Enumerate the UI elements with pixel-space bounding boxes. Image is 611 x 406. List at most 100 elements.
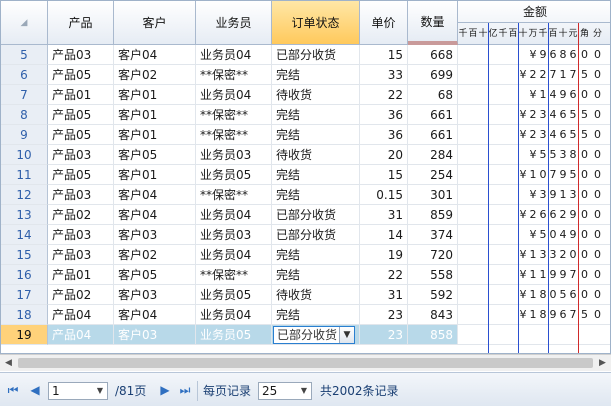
cell-salesperson[interactable]: 业务员04 [196, 85, 272, 105]
cell-quantity[interactable]: 720 [408, 245, 458, 265]
cell-amount[interactable]: ¥2 3 4 6 5 5 0 [458, 105, 610, 125]
cell-amount[interactable]: ¥2 3 4 6 5 5 0 [458, 125, 610, 145]
cell-order-status[interactable]: 待收货 [272, 85, 360, 105]
cell-amount[interactable]: ¥9 6 8 6 0 0 [458, 45, 610, 65]
cell-product[interactable]: 产品05 [48, 65, 114, 85]
cell-amount[interactable]: ¥1 8 0 5 6 0 0 [458, 285, 610, 305]
cell-quantity[interactable]: 668 [408, 45, 458, 65]
row-number[interactable]: 8 [1, 105, 48, 125]
cell-product[interactable]: 产品04 [48, 325, 114, 345]
cell-quantity[interactable]: 859 [408, 205, 458, 225]
cell-amount[interactable]: ¥1 8 9 6 7 5 0 [458, 305, 610, 325]
chevron-down-icon[interactable]: ▼ [298, 383, 310, 399]
row-number[interactable]: 15 [1, 245, 48, 265]
row-number[interactable]: 18 [1, 305, 48, 325]
cell-unit-price[interactable]: 33 [360, 65, 408, 85]
data-grid[interactable]: ◢ 产品 客户 业务员 订单状态 单价 数量 金额 千百十亿千百十万千百十元角分… [0, 0, 611, 354]
cell-product[interactable]: 产品01 [48, 85, 114, 105]
chevron-down-icon[interactable]: ▼ [94, 383, 106, 399]
cell-customer[interactable]: 客户03 [114, 285, 196, 305]
cell-amount[interactable]: ¥1 9 3 0 5 0 0 [458, 325, 610, 345]
cell-unit-price[interactable]: 22 [360, 265, 408, 285]
cell-product[interactable]: 产品03 [48, 145, 114, 165]
page-size-input[interactable]: 25 ▼ [258, 382, 312, 400]
cell-customer[interactable]: 客户01 [114, 105, 196, 125]
scroll-right-icon[interactable]: ▶ [594, 355, 611, 371]
table-row[interactable]: 8 产品05 客户01 **保密** 完结 36 661 ¥2 3 4 6 5 5 0 [1, 105, 610, 125]
cell-customer[interactable]: 客户01 [114, 85, 196, 105]
column-header-customer[interactable]: 客户 [114, 1, 196, 45]
cell-unit-price[interactable]: 20 [360, 145, 408, 165]
cell-amount[interactable]: ¥1 3 3 2 0 0 0 [458, 245, 610, 265]
cell-unit-price[interactable]: 15 [360, 165, 408, 185]
cell-salesperson[interactable]: **保密** [196, 65, 272, 85]
prev-page-icon[interactable]: ◀ [28, 383, 42, 397]
cell-order-status[interactable]: 完结 [272, 105, 360, 125]
row-number[interactable]: 9 [1, 125, 48, 145]
cell-quantity[interactable]: 661 [408, 125, 458, 145]
cell-customer[interactable]: 客户03 [114, 325, 196, 345]
cell-amount[interactable]: ¥2 6 6 2 9 0 0 [458, 205, 610, 225]
cell-salesperson[interactable]: **保密** [196, 125, 272, 145]
cell-unit-price[interactable]: 31 [360, 285, 408, 305]
cell-salesperson[interactable]: 业务员05 [196, 325, 272, 345]
cell-product[interactable]: 产品05 [48, 105, 114, 125]
first-page-icon[interactable]: ⏮ [6, 383, 20, 397]
table-row[interactable]: 16 产品01 客户05 **保密** 完结 22 558 ¥1 1 9 9 7 0 0 [1, 265, 610, 285]
cell-order-status[interactable]: 完结 [272, 65, 360, 85]
cell-quantity[interactable]: 254 [408, 165, 458, 185]
column-header-quantity[interactable]: 数量 [408, 1, 458, 45]
cell-quantity[interactable]: 661 [408, 105, 458, 125]
cell-customer[interactable]: 客户04 [114, 305, 196, 325]
cell-product[interactable]: 产品02 [48, 285, 114, 305]
select-all-corner[interactable]: ◢ [1, 1, 48, 45]
cell-salesperson[interactable]: 业务员04 [196, 305, 272, 325]
cell-order-status[interactable]: 完结 [272, 245, 360, 265]
cell-salesperson[interactable]: 业务员03 [196, 225, 272, 245]
cell-order-status[interactable]: 已部分收货 [272, 225, 360, 245]
cell-product[interactable]: 产品05 [48, 165, 114, 185]
table-row[interactable]: 9 产品05 客户01 **保密** 完结 36 661 ¥2 3 4 6 5 5 0 [1, 125, 610, 145]
cell-unit-price[interactable]: 23 [360, 305, 408, 325]
page-number-input[interactable]: 1 ▼ [48, 382, 108, 400]
cell-salesperson[interactable]: **保密** [196, 105, 272, 125]
row-number[interactable]: 7 [1, 85, 48, 105]
cell-order-status[interactable]: 待收货 [272, 145, 360, 165]
cell-unit-price[interactable]: 23 [360, 325, 408, 345]
cell-quantity[interactable]: 301 [408, 185, 458, 205]
cell-product[interactable]: 产品03 [48, 245, 114, 265]
cell-customer[interactable]: 客户01 [114, 125, 196, 145]
column-header-unit-price[interactable]: 单价 [360, 1, 408, 45]
cell-customer[interactable]: 客户04 [114, 205, 196, 225]
cell-unit-price[interactable]: 36 [360, 125, 408, 145]
cell-product[interactable]: 产品03 [48, 225, 114, 245]
table-row[interactable]: 7 产品01 客户01 业务员04 待收货 22 68 ¥1 4 9 6 0 0 [1, 85, 610, 105]
cell-customer[interactable]: 客户03 [114, 225, 196, 245]
cell-quantity[interactable]: 858 [408, 325, 458, 345]
cell-product[interactable]: 产品01 [48, 265, 114, 285]
cell-order-status[interactable]: 完结 [272, 305, 360, 325]
row-number[interactable]: 16 [1, 265, 48, 285]
table-row[interactable]: 19 产品04 客户03 业务员05 23 858 ¥1 9 3 0 5 0 0 已部分收货 ▼ [1, 325, 610, 345]
cell-customer[interactable]: 客户02 [114, 65, 196, 85]
cell-salesperson[interactable]: 业务员04 [196, 245, 272, 265]
row-number[interactable]: 17 [1, 285, 48, 305]
scroll-thumb[interactable] [18, 358, 593, 368]
cell-salesperson[interactable]: 业务员05 [196, 165, 272, 185]
horizontal-scrollbar[interactable]: ◀ ▶ [0, 354, 611, 371]
row-number[interactable]: 6 [1, 65, 48, 85]
table-row[interactable]: 6 产品05 客户02 **保密** 完结 33 699 ¥2 2 7 1 7 5 0 [1, 65, 610, 85]
table-row[interactable]: 17 产品02 客户03 业务员05 待收货 31 592 ¥1 8 0 5 6 0 0 [1, 285, 610, 305]
cell-unit-price[interactable]: 15 [360, 45, 408, 65]
cell-salesperson[interactable]: 业务员03 [196, 145, 272, 165]
cell-product[interactable]: 产品04 [48, 305, 114, 325]
cell-amount[interactable]: ¥1 0 7 9 5 0 0 [458, 165, 610, 185]
row-number[interactable]: 14 [1, 225, 48, 245]
column-header-salesperson[interactable]: 业务员 [196, 1, 272, 45]
cell-unit-price[interactable]: 19 [360, 245, 408, 265]
cell-quantity[interactable]: 374 [408, 225, 458, 245]
cell-order-status[interactable]: 完结 [272, 125, 360, 145]
row-number[interactable]: 12 [1, 185, 48, 205]
cell-product[interactable]: 产品03 [48, 185, 114, 205]
row-number[interactable]: 13 [1, 205, 48, 225]
